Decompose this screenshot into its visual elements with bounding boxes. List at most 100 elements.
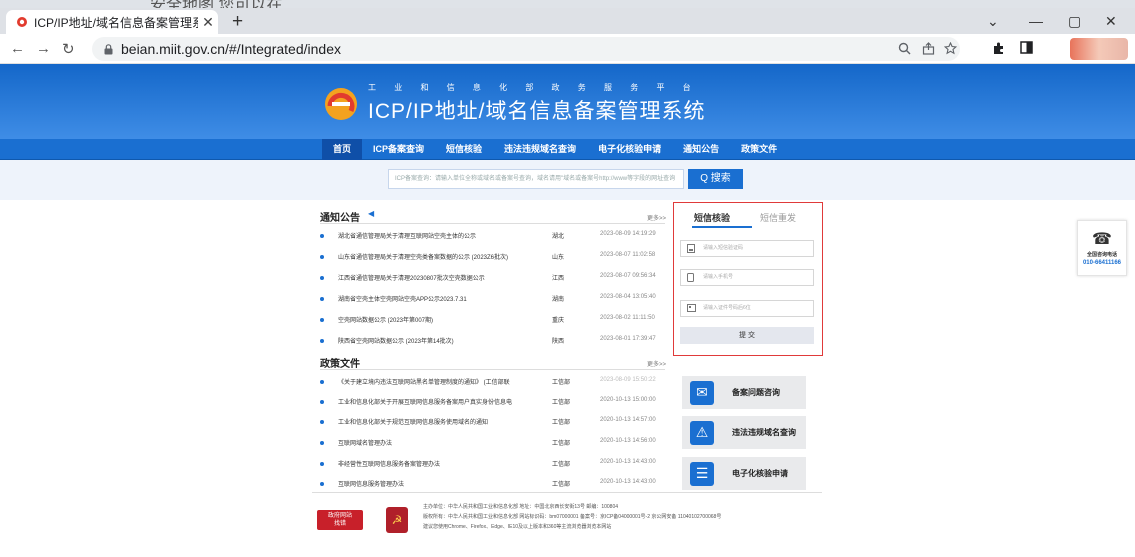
sms-verify-panel: 短信核验 短信重发 请输入短信验证码 请输入手机号 请输入证件号码后6位 提 交 — [673, 202, 823, 356]
zoom-icon[interactable] — [898, 42, 911, 55]
filing-consult-button[interactable]: ✉ 备案问题咨询 — [682, 376, 806, 409]
illegal-domain-button[interactable]: ⚠ 违法违规域名查询 — [682, 416, 806, 449]
phone-placeholder: 请输入手机号 — [703, 274, 734, 280]
hotline-number: 010-66411166 — [1082, 260, 1122, 266]
policy-row[interactable]: 互联网信息服务管理办法 工信部 2020-10-13 14:43:00 — [320, 479, 665, 491]
forward-icon[interactable]: → — [36, 40, 51, 57]
notice-row[interactable]: 陕西省空壳网站数据公示 (2023年第14批次) 陕西 2023-08-01 17:… — [320, 336, 665, 348]
illegal-domain-label: 违法违规域名查询 — [732, 428, 796, 437]
chat-icon: ✉ — [690, 380, 714, 405]
submit-button[interactable]: 提 交 — [680, 327, 814, 344]
bullet-icon — [320, 276, 324, 280]
e-verify-button[interactable]: ☰ 电子化核验申请 — [682, 457, 806, 490]
tab-bar: ICP/IP地址/域名信息备案管理系 ✕ + ⌄ — ▢ ✕ — [0, 8, 1135, 34]
notices-heading: 通知公告 — [320, 213, 360, 224]
tab-sms-resend[interactable]: 短信重发 — [760, 211, 796, 224]
omnibox[interactable]: beian.miit.gov.cn/#/Integrated/index — [92, 37, 960, 61]
nav-e-verify[interactable]: 电子化核验申请 — [587, 139, 672, 160]
notice-title: 湖北省通信管理局关于清理互联网站空壳主体的公示 — [338, 234, 477, 240]
nav-icp-query[interactable]: ICP备案查询 — [362, 139, 435, 160]
new-tab-icon[interactable]: + — [232, 11, 243, 33]
message-icon — [687, 244, 695, 260]
phone-field[interactable]: 请输入手机号 — [680, 269, 814, 286]
policy-row[interactable]: 工业和信息化部关于规范互联网信息服务使用域名的通知 工信部 2020-10-13 1… — [320, 417, 665, 429]
notice-row[interactable]: 空壳网站数据公示 (2023年第007期) 重庆 2023-08-02 11:11:… — [320, 315, 665, 327]
telephone-icon: ☎ — [1092, 231, 1112, 248]
site-favicon-icon — [16, 16, 28, 28]
footer-line-1: 主办单位：中华人民共和国工业和信息化部 地址：中国北京西长安街13号 邮编：10… — [423, 504, 619, 510]
notice-row[interactable]: 湖南省空壳主体空壳网站空壳APP公示2023.7.31 湖南 2023-08-04 … — [320, 294, 665, 306]
notice-row[interactable]: 山东省通信管理局关于清理空壳类备案数据的公示 (2023Z6批次) 山东 2023-… — [320, 252, 665, 264]
policy-title: 工业和信息化部关于开展互联网信息服务备案用户真实身份信息电 — [338, 400, 513, 406]
extensions-icon[interactable] — [992, 41, 1006, 55]
side-panel-icon[interactable] — [1020, 41, 1033, 54]
footer-line-2: 版权所有：中华人民共和国工业和信息化部 网站标识码：bm07000001 备案号… — [423, 514, 722, 520]
notice-date: 2023-08-02 11:11:50 — [600, 315, 655, 321]
reload-icon[interactable]: ↻ — [62, 40, 75, 58]
policy-source: 工信部 — [552, 441, 571, 447]
policies-heading: 政策文件 — [320, 359, 360, 370]
restore-icon[interactable]: ▢ — [1068, 13, 1081, 30]
bullet-icon — [320, 339, 324, 343]
id-number-field[interactable]: 请输入证件号码后6位 — [680, 300, 814, 317]
policy-date: 2020-10-13 14:56:00 — [600, 438, 656, 444]
nav-policies[interactable]: 政策文件 — [730, 139, 788, 160]
browser-tab[interactable]: ICP/IP地址/域名信息备案管理系 ✕ — [6, 10, 218, 34]
notice-row[interactable]: 江西省通信管理局关于清理20230807批次空壳数据公示 江西 2023-08-07… — [320, 273, 665, 285]
bullet-icon — [320, 255, 324, 259]
minimize-icon[interactable]: — — [1029, 13, 1043, 29]
document-icon: ☰ — [690, 461, 714, 486]
share-icon[interactable] — [922, 42, 935, 55]
notice-title: 山东省通信管理局关于清理空壳类备案数据的公示 (2023Z6批次) — [338, 255, 509, 261]
id-card-icon — [687, 304, 696, 319]
nav-home[interactable]: 首页 — [322, 139, 363, 160]
policy-source: 工信部 — [552, 400, 571, 406]
filing-consult-label: 备案问题咨询 — [732, 388, 780, 397]
lock-icon — [104, 43, 113, 55]
notice-date: 2023-08-04 13:05:40 — [600, 294, 656, 300]
bullet-icon — [320, 234, 324, 238]
policy-row[interactable]: 工业和信息化部关于开展互联网信息服务备案用户真实身份信息电 工信部 2020-10-… — [320, 397, 665, 409]
notice-region: 山东 — [552, 255, 565, 261]
footer-line-3: 建议您使用Chrome、Firefox、Edge、IE10及以上版本和360等主… — [423, 524, 612, 530]
notice-date: 2023-08-07 09:56:34 — [600, 273, 656, 279]
notice-region: 湖南 — [552, 297, 565, 303]
notice-region: 重庆 — [552, 318, 565, 324]
site-header: 工 业 和 信 息 化 部 政 务 服 务 平 台 ICP/IP地址/域名信息备… — [0, 64, 1135, 139]
policy-source: 工信部 — [552, 420, 571, 426]
policy-row[interactable]: 非经营性互联网信息服务备案管理办法 工信部 2020-10-13 14:43:00 — [320, 459, 665, 471]
phone-icon — [687, 273, 694, 289]
sms-code-field[interactable]: 请输入短信验证码 — [680, 240, 814, 257]
profile-avatar[interactable] — [1070, 38, 1128, 60]
policy-row[interactable]: 《关于建立境内违法互联网站黑名单管理制度的通知》 (工信部联 工信部 2023-08… — [320, 377, 665, 389]
nav-illegal-domain[interactable]: 违法违规域名查询 — [493, 139, 587, 160]
bullet-icon — [320, 400, 324, 404]
bookmark-star-icon[interactable] — [944, 42, 957, 55]
search-button[interactable]: Q 搜索 — [688, 169, 743, 189]
policy-date: 2020-10-13 14:43:00 — [600, 479, 656, 485]
warning-icon: ⚠ — [690, 420, 714, 445]
policy-title: 工业和信息化部关于规范互联网信息服务使用域名的通知 — [338, 420, 489, 426]
tab-search-icon[interactable]: ⌄ — [987, 13, 999, 30]
hotline-label: 全国咨询电话 — [1086, 252, 1117, 258]
notice-region: 陕西 — [552, 339, 565, 345]
close-tab-icon[interactable]: ✕ — [198, 14, 218, 31]
header-title: ICP/IP地址/域名信息备案管理系统 — [368, 100, 706, 123]
active-tab-indicator — [692, 226, 752, 228]
policy-date: 2020-10-13 14:43:00 — [600, 459, 656, 465]
policy-row[interactable]: 互联网域名管理办法 工信部 2020-10-13 14:56:00 — [320, 438, 665, 450]
hotline-widget[interactable]: ☎ 全国咨询电话 010-66411166 — [1077, 220, 1127, 276]
policies-more-link[interactable]: 更多>> — [647, 359, 666, 368]
notice-row[interactable]: 湖北省通信管理局关于清理互联网站空壳主体的公示 湖北 2023-08-09 14:1… — [320, 231, 665, 243]
window-close-icon[interactable]: ✕ — [1105, 13, 1117, 30]
search-input[interactable]: ICP备案查询：请输入单位全称或域名或备案号查询，域名请用"域名或备案号http… — [388, 169, 684, 189]
party-emblem-icon[interactable]: ☭ — [386, 507, 408, 533]
back-icon[interactable]: ← — [10, 40, 25, 57]
tab-sms-verify[interactable]: 短信核验 — [694, 211, 730, 224]
gov-site-badge[interactable]: 政府网站 找错 — [317, 510, 363, 530]
nav-notices[interactable]: 通知公告 — [672, 139, 730, 160]
policy-title: 《关于建立境内违法互联网站黑名单管理制度的通知》 (工信部联 — [338, 380, 510, 386]
notice-title: 空壳网站数据公示 (2023年第007期) — [338, 318, 434, 324]
notices-more-link[interactable]: 更多>> — [647, 213, 666, 222]
nav-sms-verify[interactable]: 短信核验 — [435, 139, 493, 160]
